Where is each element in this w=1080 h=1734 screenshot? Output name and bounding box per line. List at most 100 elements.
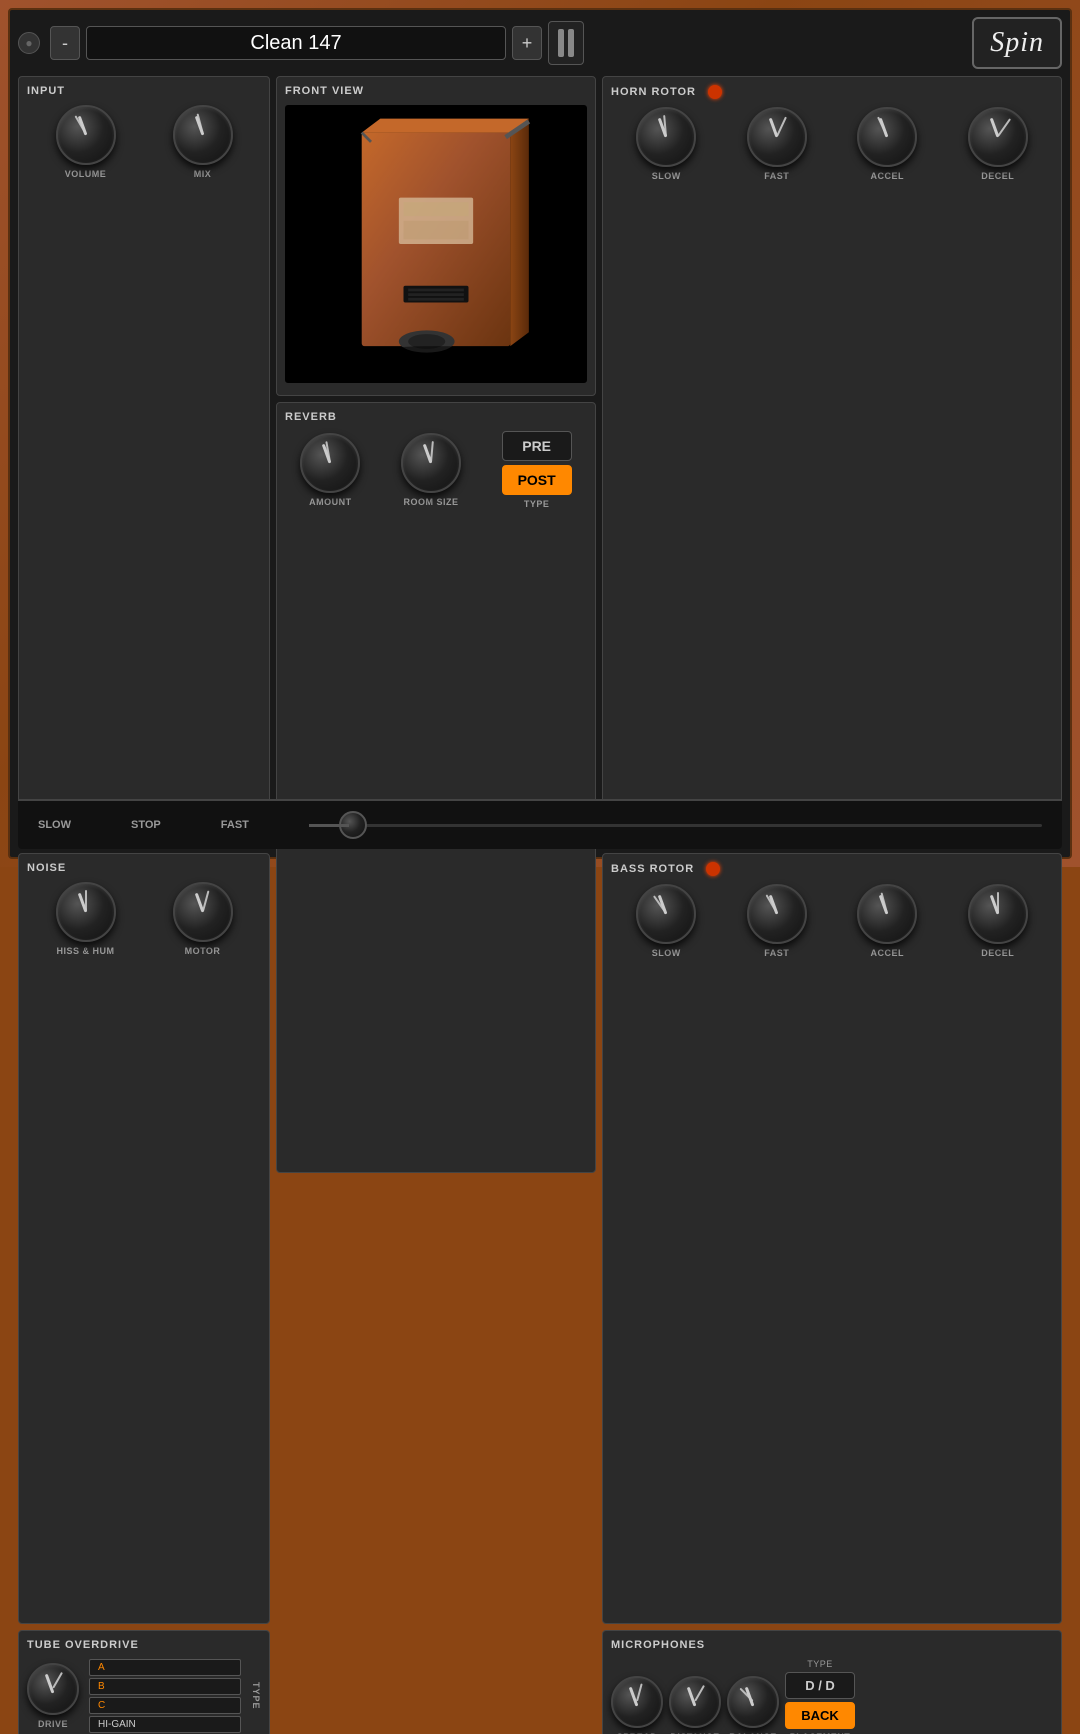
mic-type-button[interactable]: D / D (785, 1672, 855, 1699)
bass-accel-container: ACCEL (857, 884, 917, 958)
distance-container: DISTANCE (669, 1676, 721, 1734)
overdrive-type-group: A B C HI-GAIN (89, 1659, 241, 1733)
input-knobs: VOLUME MIX (27, 105, 261, 179)
bass-decel-container: DECEL (968, 884, 1028, 958)
reverb-pre-button[interactable]: PRE (502, 431, 572, 461)
bass-rotor-knobs: SLOW FAST ACCEL DECEL (611, 884, 1053, 958)
motor-knob-container: MOTOR (173, 882, 233, 956)
bass-slow-label: SLOW (652, 948, 681, 958)
balance-container: BALANCE (727, 1676, 779, 1734)
overdrive-panel: TUBE OVERDRIVE DRIVE A B C HI-GAIN TYPE (18, 1630, 270, 1734)
mic-type-area: TYPE D / D BACK PLACEMENT (785, 1659, 855, 1734)
bass-rotor-header: BASS ROTOR (611, 862, 1053, 876)
horn-accel-label: ACCEL (871, 171, 905, 181)
preset-name-display: Clean 147 (86, 26, 506, 60)
horn-decel-knob[interactable] (968, 107, 1028, 167)
volume-knob[interactable] (56, 105, 116, 165)
drive-label: DRIVE (38, 1719, 68, 1729)
placement-label: PLACEMENT (790, 1732, 851, 1734)
horn-rotor-panel: HORN ROTOR SLOW FAST (602, 76, 1062, 847)
pause-button[interactable] (548, 21, 584, 65)
mic-back-button[interactable]: BACK (785, 1702, 855, 1729)
type-label: TYPE (251, 1682, 261, 1710)
type-higain-button[interactable]: HI-GAIN (89, 1716, 241, 1733)
noise-title: NOISE (27, 862, 261, 874)
circle-button[interactable]: ● (18, 32, 40, 54)
reverb-post-button[interactable]: POST (502, 465, 572, 495)
horn-rotor-title: HORN ROTOR (611, 86, 696, 98)
horn-decel-container: DECEL (968, 107, 1028, 181)
mix-knob-container: MIX (173, 105, 233, 179)
transport-track (309, 824, 1042, 827)
preset-next-button[interactable]: + (512, 26, 542, 60)
balance-label: BALANCE (729, 1732, 777, 1734)
fast-label: FAST (221, 819, 249, 831)
pause-bar-right (568, 29, 574, 57)
type-c-button[interactable]: C (89, 1697, 241, 1714)
motor-knob[interactable] (173, 882, 233, 942)
bass-slow-container: SLOW (636, 884, 696, 958)
horn-fast-label: FAST (764, 171, 789, 181)
volume-knob-container: VOLUME (56, 105, 116, 179)
left-column: INPUT VOLUME MIX NOISE (18, 76, 270, 847)
drive-knob[interactable] (27, 1663, 79, 1715)
reverb-amount-knob[interactable] (300, 433, 360, 493)
bass-rotor-title: BASS ROTOR (611, 863, 694, 875)
noise-panel: NOISE HISS & HUM MOTOR (18, 853, 270, 1624)
microphones-content: SPREAD DISTANCE BALANCE TYPE D / D (611, 1659, 1053, 1734)
right-column: HORN ROTOR SLOW FAST (602, 76, 1062, 847)
reverb-type-area: PRE POST TYPE (502, 431, 572, 509)
mix-knob[interactable] (173, 105, 233, 165)
horn-slow-container: SLOW (636, 107, 696, 181)
horn-slow-label: SLOW (652, 171, 681, 181)
main-layout: INPUT VOLUME MIX NOISE (18, 76, 1062, 847)
horn-accel-knob[interactable] (857, 107, 917, 167)
bass-decel-label: DECEL (981, 948, 1014, 958)
reverb-panel: REVERB AMOUNT ROOM SIZE PRE POST (276, 402, 596, 1173)
header: ● - Clean 147 + Spin (18, 18, 1062, 68)
hiss-knob[interactable] (56, 882, 116, 942)
input-title: INPUT (27, 85, 261, 97)
distance-label: DISTANCE (670, 1732, 719, 1734)
frontview-panel: FRONT VIEW (276, 76, 596, 396)
preset-prev-button[interactable]: - (50, 26, 80, 60)
volume-label: VOLUME (65, 169, 107, 179)
bass-accel-knob[interactable] (857, 884, 917, 944)
spread-label: SPREAD (617, 1732, 658, 1734)
reverb-roomsize-label: ROOM SIZE (403, 497, 458, 507)
overdrive-title: TUBE OVERDRIVE (27, 1639, 261, 1651)
bass-rotor-status-indicator (706, 862, 720, 876)
bass-fast-knob[interactable] (747, 884, 807, 944)
outer-frame: ● - Clean 147 + Spin INPUT (0, 0, 1080, 867)
drive-knob-container: DRIVE (27, 1663, 79, 1729)
type-a-button[interactable]: A (89, 1659, 241, 1676)
bass-accel-label: ACCEL (871, 948, 905, 958)
bass-fast-label: FAST (764, 948, 789, 958)
bass-decel-knob[interactable] (968, 884, 1028, 944)
horn-slow-knob[interactable] (636, 107, 696, 167)
reverb-roomsize-knob[interactable] (401, 433, 461, 493)
microphones-title: MICROPHONES (611, 1639, 1053, 1651)
horn-fast-knob[interactable] (747, 107, 807, 167)
slow-label: SLOW (38, 819, 71, 831)
motor-label: MOTOR (185, 946, 221, 956)
transport-bar: SLOW STOP FAST (18, 799, 1062, 849)
spread-container: SPREAD (611, 1676, 663, 1734)
horn-accel-container: ACCEL (857, 107, 917, 181)
reverb-amount-label: AMOUNT (309, 497, 352, 507)
horn-rotor-header: HORN ROTOR (611, 85, 1053, 99)
frontview-title: FRONT VIEW (285, 85, 587, 97)
inner-frame: ● - Clean 147 + Spin INPUT (8, 8, 1072, 859)
bass-slow-knob[interactable] (636, 884, 696, 944)
reverb-roomsize-container: ROOM SIZE (401, 433, 461, 507)
frontview-display (285, 105, 587, 383)
spread-knob[interactable] (611, 1676, 663, 1728)
spin-logo: Spin (972, 17, 1062, 69)
stop-label: STOP (131, 819, 161, 831)
reverb-title: REVERB (285, 411, 587, 423)
type-b-button[interactable]: B (89, 1678, 241, 1695)
balance-knob[interactable] (727, 1676, 779, 1728)
noise-knobs: HISS & HUM MOTOR (27, 882, 261, 956)
hiss-knob-container: HISS & HUM (56, 882, 116, 956)
distance-knob[interactable] (669, 1676, 721, 1728)
